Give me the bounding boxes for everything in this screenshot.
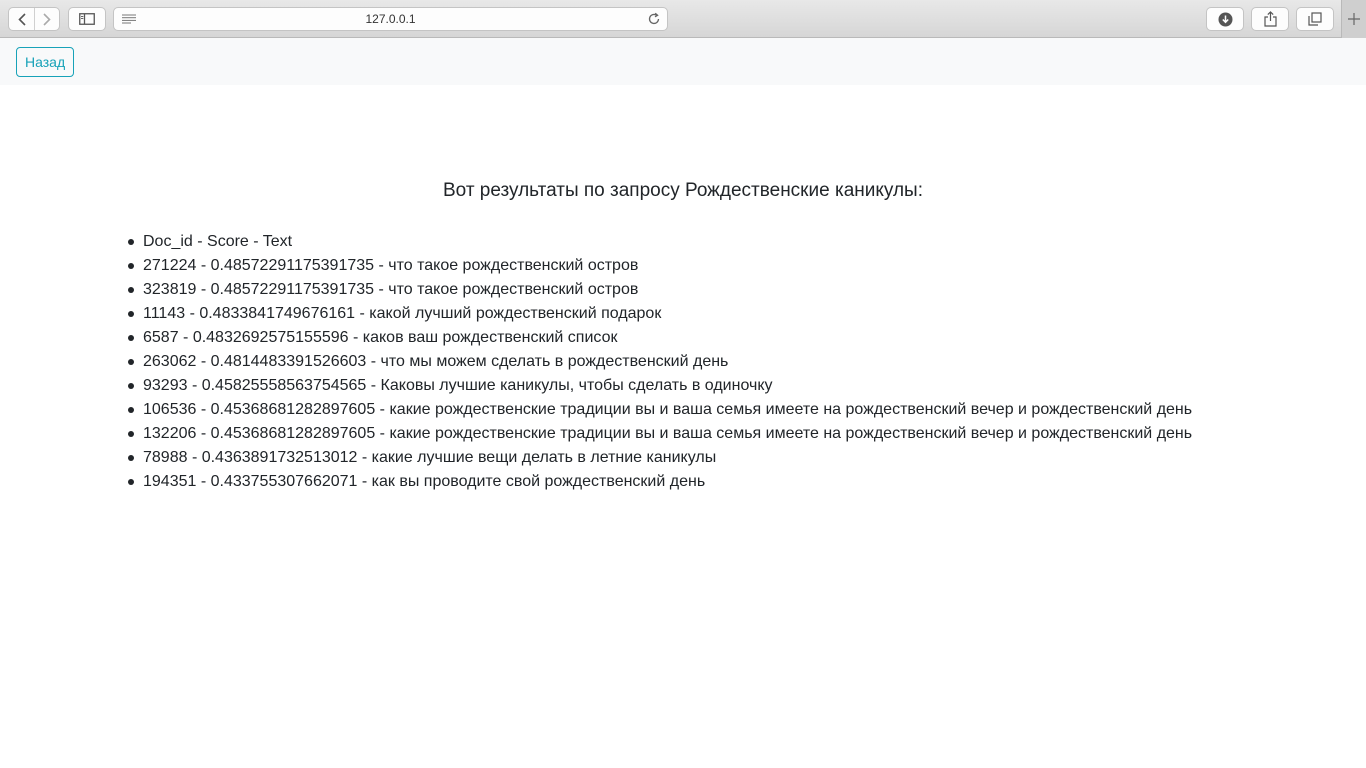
url-text[interactable]: 127.0.0.1 bbox=[114, 12, 667, 26]
share-icon bbox=[1263, 11, 1277, 27]
results-title: Вот результаты по запросу Рождественские… bbox=[443, 180, 923, 201]
list-item: 323819 - 0.48572291175391735 - что такое… bbox=[128, 278, 1353, 302]
browser-toolbar: 127.0.0.1 bbox=[0, 0, 1366, 38]
back-icon bbox=[17, 12, 26, 26]
tabs-icon bbox=[1308, 12, 1322, 26]
navigation-buttons bbox=[8, 7, 60, 31]
new-tab-button[interactable] bbox=[1341, 0, 1366, 38]
back-button[interactable]: Назад bbox=[16, 47, 75, 77]
list-item: 11143 - 0.4833841749676161 - какой лучши… bbox=[128, 302, 1353, 326]
tab-overview-button[interactable] bbox=[1296, 7, 1334, 31]
list-item: 106536 - 0.45368681282897605 - какие рож… bbox=[128, 398, 1353, 422]
plus-icon bbox=[1348, 13, 1360, 25]
forward-icon bbox=[43, 12, 51, 26]
list-item: 263062 - 0.4814483391526603 - что мы мож… bbox=[128, 350, 1353, 374]
list-item: 194351 - 0.433755307662071 - как вы пров… bbox=[128, 470, 1353, 494]
list-item: 78988 - 0.4363891732513012 - какие лучши… bbox=[128, 446, 1353, 470]
list-item: 6587 - 0.4832692575155596 - каков ваш ро… bbox=[128, 326, 1353, 350]
results-list: Doc_id - Score - Text 271224 - 0.4857229… bbox=[128, 230, 1353, 494]
address-bar[interactable]: 127.0.0.1 bbox=[113, 7, 668, 31]
downloads-button[interactable] bbox=[1206, 7, 1244, 31]
share-button[interactable] bbox=[1251, 7, 1289, 31]
list-item: 93293 - 0.45825558563754565 - Каковы луч… bbox=[128, 374, 1353, 398]
list-item: 132206 - 0.45368681282897605 - какие рож… bbox=[128, 422, 1353, 446]
forward-nav-button[interactable] bbox=[34, 8, 59, 30]
sidebar-icon bbox=[79, 13, 95, 25]
download-icon bbox=[1218, 12, 1232, 26]
back-nav-button[interactable] bbox=[9, 8, 34, 30]
list-item: 271224 - 0.48572291175391735 - что такое… bbox=[128, 254, 1353, 278]
list-item: Doc_id - Score - Text bbox=[128, 230, 1353, 254]
page-header: Назад bbox=[0, 38, 1366, 85]
reload-icon[interactable] bbox=[647, 12, 661, 26]
sidebar-button[interactable] bbox=[68, 7, 106, 31]
